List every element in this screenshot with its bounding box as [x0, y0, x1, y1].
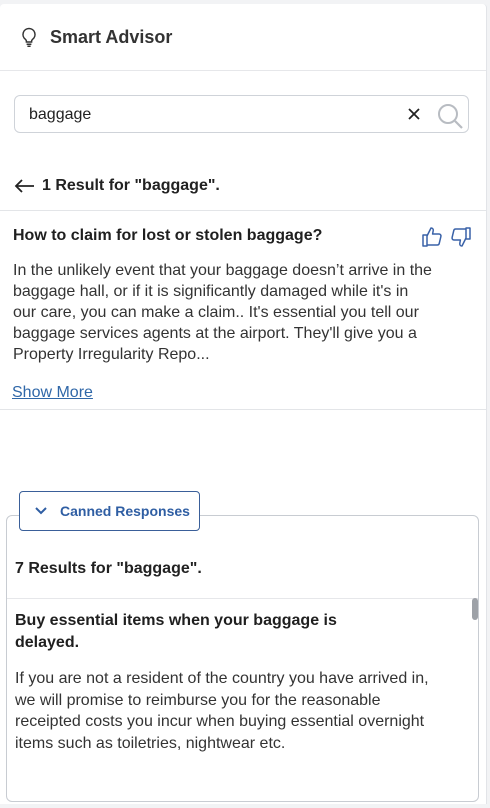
clear-icon[interactable]	[407, 107, 421, 121]
results-summary-row: 1 Result for "baggage".	[14, 174, 220, 198]
divider	[0, 409, 486, 410]
panel-title: Smart Advisor	[50, 26, 173, 47]
article-body: In the unlikely event that your baggage …	[13, 262, 432, 363]
panel-header: Smart Advisor	[0, 4, 486, 71]
article-title[interactable]: How to claim for lost or stolen baggage?	[13, 227, 322, 245]
chevron-down-icon	[35, 507, 47, 515]
scrollbar-thumb[interactable]	[472, 598, 478, 620]
show-more-link[interactable]: Show More	[12, 384, 93, 402]
canned-results-summary: 7 Results for "baggage".	[15, 560, 202, 577]
canned-responses-button[interactable]: Canned Responses	[19, 491, 200, 531]
divider	[0, 210, 486, 211]
divider	[7, 598, 478, 599]
canned-item-title[interactable]: Buy essential items when your baggage is…	[15, 610, 375, 654]
canned-responses-label: Canned Responses	[60, 503, 190, 519]
search-input[interactable]	[27, 96, 391, 134]
canned-responses-panel: 7 Results for "baggage". Buy essential i…	[6, 515, 479, 802]
search-box	[14, 95, 469, 134]
canned-item-body: If you are not a resident of the country…	[15, 670, 429, 752]
search-icon[interactable]	[436, 102, 464, 130]
smart-advisor-panel: Smart Advisor 1 Result for "baggage". Ho…	[0, 4, 487, 804]
lightbulb-icon	[22, 27, 36, 47]
back-arrow-icon[interactable]	[14, 178, 36, 194]
results-summary: 1 Result for "baggage".	[42, 177, 220, 194]
thumbs-up-icon[interactable]	[421, 226, 443, 248]
thumbs-down-icon[interactable]	[450, 226, 472, 248]
